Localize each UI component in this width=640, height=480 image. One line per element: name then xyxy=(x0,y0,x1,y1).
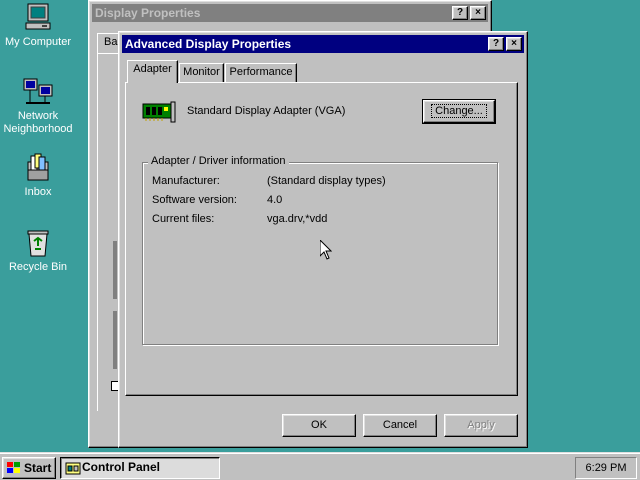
tab-monitor[interactable]: Monitor xyxy=(179,63,224,83)
control-panel-icon xyxy=(65,460,81,480)
desktop-icon-label: My Computer xyxy=(4,36,72,48)
tab-adapter[interactable]: Adapter xyxy=(127,60,178,83)
divider xyxy=(113,311,117,369)
group-title: Adapter / Driver information xyxy=(148,155,289,167)
inbox-icon xyxy=(22,152,54,184)
desktop-icon-my-computer[interactable]: My Computer xyxy=(0,2,76,49)
adapter-tab-panel: Standard Display Adapter (VGA) Change...… xyxy=(125,82,518,396)
taskbar: Start Control Panel 6:29 PM xyxy=(0,452,640,480)
adapter-name: Standard Display Adapter (VGA) xyxy=(187,105,346,117)
network-icon xyxy=(22,76,54,108)
window-title: Display Properties xyxy=(95,6,201,20)
computer-icon xyxy=(22,2,54,34)
dialog-title: Advanced Display Properties xyxy=(125,37,292,51)
system-tray-clock[interactable]: 6:29 PM xyxy=(575,457,637,479)
tab-performance[interactable]: Performance xyxy=(225,63,297,83)
desktop-icon-label: Recycle Bin xyxy=(8,261,68,273)
recycle-bin-icon xyxy=(22,227,54,259)
close-button[interactable]: × xyxy=(506,37,522,51)
help-button[interactable]: ? xyxy=(488,37,504,51)
start-button[interactable]: Start xyxy=(2,457,56,479)
windows-logo-icon xyxy=(6,461,22,480)
desktop-icon-network-neighborhood[interactable]: Network Neighborhood xyxy=(0,76,76,136)
display-properties-titlebar[interactable]: Display Properties ? × xyxy=(92,4,488,22)
desktop-icon-label: Inbox xyxy=(24,186,52,198)
mouse-cursor-icon xyxy=(319,238,333,263)
cancel-button[interactable]: Cancel xyxy=(363,414,437,437)
display-adapter-icon xyxy=(142,101,176,126)
taskbar-button-control-panel[interactable]: Control Panel xyxy=(60,457,220,479)
dialog-titlebar[interactable]: Advanced Display Properties ? × xyxy=(122,35,524,53)
help-button[interactable]: ? xyxy=(452,6,468,20)
divider xyxy=(113,241,117,299)
close-button[interactable]: × xyxy=(470,6,486,20)
desktop-icon-recycle-bin[interactable]: Recycle Bin xyxy=(0,227,76,274)
desktop-icon-inbox[interactable]: Inbox xyxy=(0,152,76,199)
change-button[interactable]: Change... xyxy=(422,99,496,124)
apply-button[interactable]: Apply xyxy=(444,414,518,437)
ok-button[interactable]: OK xyxy=(282,414,356,437)
desktop-icon-label: Network Neighborhood xyxy=(3,110,73,135)
